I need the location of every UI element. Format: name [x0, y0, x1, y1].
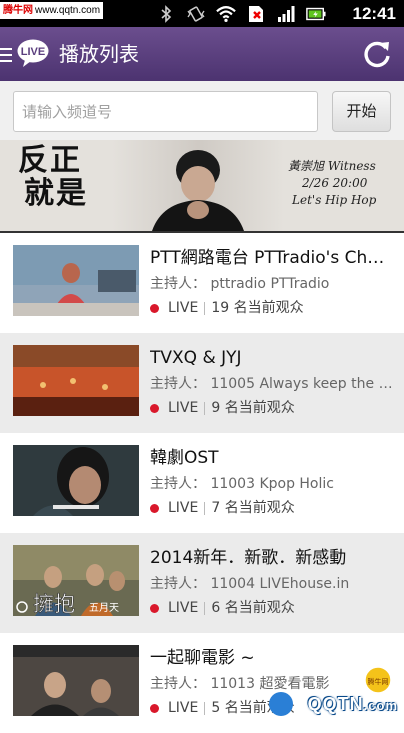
- live-dot-icon: [150, 503, 159, 513]
- banner-calligraphy-line2: 就是: [24, 176, 88, 211]
- channel-status: LIVE 7 名当前观众: [150, 498, 295, 518]
- channel-list: PTT網路電台 PTTradio's Channel 主持人： pttradio…: [0, 233, 404, 733]
- refresh-icon[interactable]: [362, 39, 392, 69]
- channel-thumbnail: [13, 345, 139, 416]
- channel-status: LIVE 9 名当前观众: [150, 398, 295, 418]
- viewer-count: 7 名当前观众: [211, 500, 295, 516]
- viewer-count: 9 名当前观众: [211, 400, 295, 416]
- watermark-url: www.qqtn.com: [35, 5, 101, 16]
- host-name: 11005 Always keep the faith: [210, 376, 394, 392]
- live-dot-icon: [150, 403, 159, 413]
- title-bar: LIVE 播放列表: [0, 27, 404, 81]
- banner-text-line3: Let's Hip Hop: [292, 193, 377, 207]
- channel-title: TVXQ & JYJ: [150, 348, 242, 368]
- live-dot-icon: [150, 303, 159, 313]
- channel-thumbnail: [13, 645, 139, 716]
- watermark-suffix: .com: [363, 698, 398, 713]
- banner-text-line2: 2/26 20:00: [302, 176, 368, 190]
- thumb-caption: 擁抱: [33, 592, 75, 616]
- live-label: LIVE: [168, 300, 199, 316]
- list-item[interactable]: PTT網路電台 PTTradio's Channel 主持人： pttradio…: [0, 233, 404, 333]
- channel-host: 主持人： pttradio PTTradio: [150, 274, 394, 294]
- banner-calligraphy: 反正 就是: [18, 144, 88, 210]
- divider: [204, 601, 206, 615]
- watermark-badge: 腾牛网 www.qqtn.com: [0, 2, 104, 19]
- live-label: LIVE: [168, 400, 199, 416]
- channel-thumbnail: 擁抱 五月天: [13, 545, 139, 616]
- start-button[interactable]: 开始: [332, 91, 391, 132]
- wifi-icon: [216, 5, 236, 23]
- signal-icon: [276, 5, 296, 23]
- list-item[interactable]: TVXQ & JYJ 主持人： 11005 Always keep the fa…: [0, 333, 404, 433]
- channel-title: 韓劇OST: [150, 448, 219, 468]
- banner-calligraphy-line1: 反正: [18, 143, 82, 178]
- banner-artist-photo: [112, 140, 284, 231]
- live-dot-icon: [150, 703, 159, 713]
- divider: [204, 701, 206, 715]
- viewer-count: 6 名当前观众: [211, 600, 295, 616]
- divider: [204, 401, 206, 415]
- viewer-count: 19 名当前观众: [211, 300, 304, 316]
- channel-status: LIVE 6 名当前观众: [150, 598, 295, 618]
- host-name: 11004 LIVEhouse.in: [210, 576, 350, 592]
- host-name: pttradio PTTradio: [210, 276, 330, 292]
- page-title: 播放列表: [59, 42, 139, 66]
- live-label: LIVE: [168, 500, 199, 516]
- list-item[interactable]: 擁抱 五月天 2014新年．新歌．新感動 主持人： 11004 LIVEhous…: [0, 533, 404, 633]
- list-item[interactable]: 韓劇OST 主持人： 11003 Kpop Holic LIVE 7 名当前观众: [0, 433, 404, 533]
- status-bar: 腾牛网 www.qqtn.com 12:41: [0, 0, 404, 27]
- channel-host: 主持人： 11003 Kpop Holic: [150, 474, 394, 494]
- channel-thumbnail: [13, 445, 139, 516]
- host-label: 主持人：: [150, 576, 206, 592]
- thumb-subcaption: 五月天: [89, 602, 119, 614]
- status-icons: [156, 4, 326, 24]
- channel-host: 主持人： 11004 LIVEhouse.in: [150, 574, 394, 594]
- banner-text-line1: 黃崇旭 Witness: [288, 159, 376, 173]
- logo-text: LIVE: [21, 46, 45, 58]
- watermark-brand: QQTN: [307, 694, 364, 714]
- channel-title: 2014新年．新歌．新感動: [150, 548, 347, 568]
- search-row: 开始: [0, 81, 404, 140]
- clock: 12:41: [352, 4, 396, 23]
- channel-title: PTT網路電台 PTTradio's Channel: [150, 248, 394, 268]
- live-dot-icon: [150, 603, 159, 613]
- vibrate-icon: [186, 5, 206, 23]
- battery-icon: [306, 5, 326, 23]
- host-label: 主持人：: [150, 376, 206, 392]
- divider: [204, 501, 206, 515]
- qqtn-watermark-text: QQTN.com: [308, 694, 398, 715]
- live-label: LIVE: [168, 700, 199, 716]
- watermark-corner-site: 腾牛网: [368, 677, 389, 686]
- bluetooth-icon: [156, 5, 176, 23]
- live-label: LIVE: [168, 600, 199, 616]
- menu-icon[interactable]: [0, 48, 12, 62]
- channel-status: LIVE 19 名当前观众: [150, 298, 304, 318]
- host-label: 主持人：: [150, 476, 206, 492]
- watermark-site: 腾牛网: [3, 5, 33, 16]
- promo-banner[interactable]: 反正 就是 黃崇旭 Witness 2/26 20:00 Let's Hip H…: [0, 140, 404, 233]
- live-logo-icon: LIVE: [17, 39, 49, 67]
- divider: [204, 301, 206, 315]
- banner-event-text: 黃崇旭 Witness 2/26 20:00 Let's Hip Hop: [288, 158, 376, 209]
- host-label: 主持人：: [150, 276, 206, 292]
- host-label: 主持人：: [150, 676, 206, 692]
- channel-thumbnail: [13, 245, 139, 316]
- sim-no-signal-icon: [246, 5, 266, 23]
- channel-host: 主持人： 11005 Always keep the faith: [150, 374, 394, 394]
- host-name: 11003 Kpop Holic: [210, 476, 334, 492]
- channel-number-input[interactable]: [13, 91, 318, 132]
